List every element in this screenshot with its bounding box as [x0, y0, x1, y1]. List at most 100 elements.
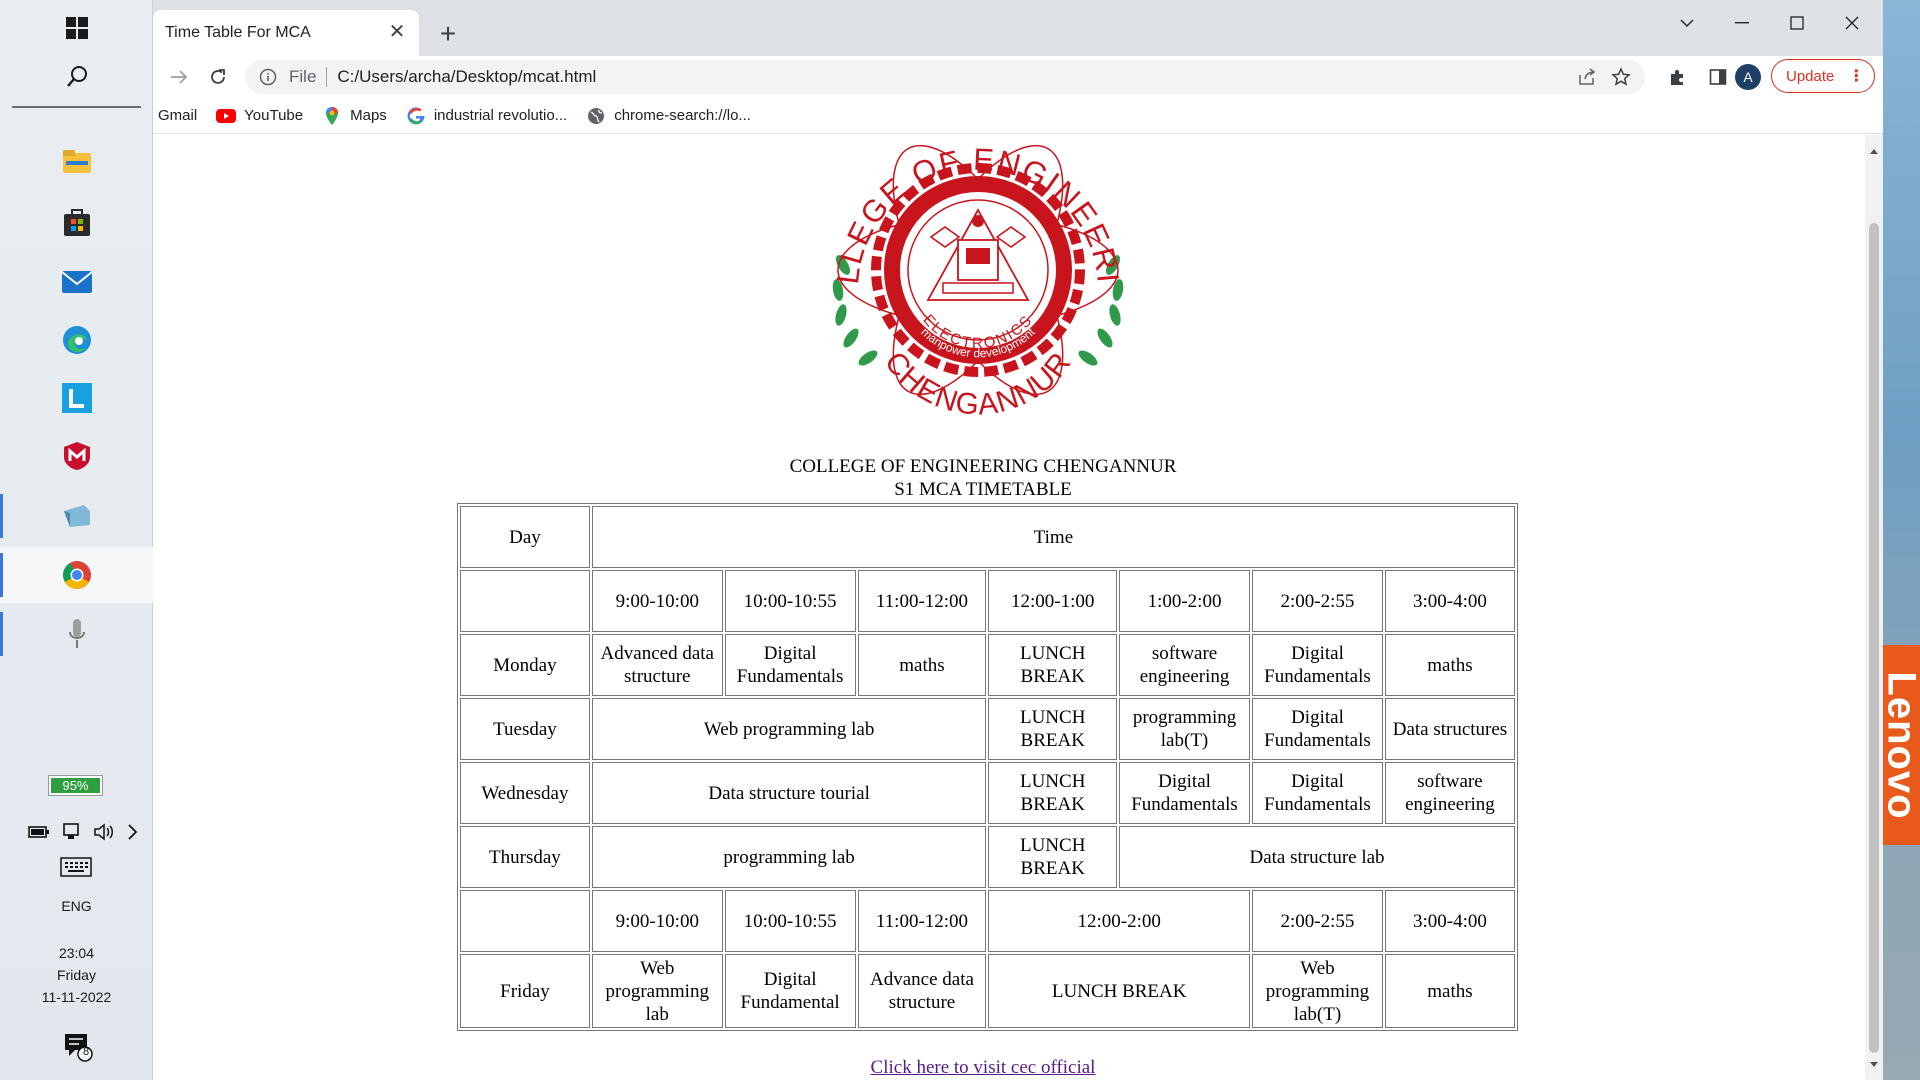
scroll-thumb[interactable]: [1869, 223, 1879, 1053]
chevron-right-icon[interactable]: [126, 823, 138, 841]
table-cell: Data structures: [1384, 698, 1515, 760]
table-cell: Data structure lab: [1119, 826, 1515, 888]
microsoft-store-icon[interactable]: [0, 194, 153, 250]
google-icon: [406, 106, 426, 126]
table-row: Friday Web programming lab Digital Funda…: [460, 954, 1515, 1028]
table-row: Monday Advanced data structure Digital F…: [460, 634, 1515, 696]
edge-icon[interactable]: [0, 312, 153, 368]
notification-icon[interactable]: 8: [63, 1032, 93, 1062]
file-explorer-icon[interactable]: [0, 134, 153, 190]
globe-icon: [586, 106, 606, 126]
time-slot: 2:00-2:55: [1252, 570, 1383, 632]
table-row: Tuesday Web programming lab LUNCH BREAK …: [460, 698, 1515, 760]
table-cell: programming lab: [591, 826, 987, 888]
address-bar[interactable]: File C:/Users/archa/Desktop/mcat.html: [245, 60, 1645, 94]
battery-percent: 95%: [48, 775, 103, 796]
time-slot: 12:00-1:00: [988, 570, 1118, 632]
system-tray: [28, 820, 138, 844]
tab-search-icon[interactable]: [1665, 8, 1709, 38]
close-tab-icon[interactable]: ✕: [385, 21, 409, 45]
maps-icon: [322, 106, 342, 126]
table-cell: maths: [1384, 634, 1515, 696]
table-cell: Advanced data structure: [591, 634, 723, 696]
table-cell: maths: [1384, 954, 1515, 1028]
table-cell: Web programming lab: [591, 954, 723, 1028]
table-cell: Web programming lab(T): [1252, 954, 1383, 1028]
maximize-icon[interactable]: [1775, 8, 1819, 38]
scroll-up-icon[interactable]: [1869, 147, 1879, 155]
table-cell: Digital Fundamentals: [724, 634, 856, 696]
network-icon[interactable]: [61, 823, 81, 841]
table-cell: maths: [857, 634, 987, 696]
share-icon[interactable]: [1577, 68, 1597, 86]
time-slot: 1:00-2:00: [1119, 570, 1250, 632]
new-tab-icon[interactable]: +: [433, 20, 463, 50]
chrome-icon[interactable]: [0, 547, 153, 603]
volume-icon[interactable]: [93, 823, 115, 841]
desktop-wallpaper: [1883, 0, 1920, 1080]
more-menu-icon[interactable]: ⋮: [1848, 66, 1864, 86]
l-app-icon[interactable]: [0, 370, 153, 426]
clock-day[interactable]: Friday: [0, 967, 153, 983]
table-row: Thursday programming lab LUNCH BREAK Dat…: [460, 826, 1515, 888]
clock-time[interactable]: 23:04: [0, 945, 153, 961]
cec-official-link[interactable]: Click here to visit cec official: [153, 1057, 1813, 1079]
minimize-icon[interactable]: [1720, 8, 1764, 38]
keyboard-icon[interactable]: [60, 857, 92, 877]
update-button[interactable]: Update ⋮: [1771, 59, 1875, 93]
bookmark-youtube[interactable]: YouTube: [216, 106, 303, 126]
bookmark-gmail[interactable]: Gmail: [158, 107, 197, 124]
language-indicator[interactable]: ENG: [0, 898, 153, 914]
timetable-title: S1 MCA TIMETABLE: [894, 479, 1072, 500]
bookmark-chrome-search[interactable]: chrome-search://lo...: [586, 106, 751, 126]
table-row: 9:00-10:00 10:00-10:55 11:00-12:00 12:00…: [460, 890, 1515, 952]
bookmark-industrial-revolution[interactable]: industrial revolutio...: [406, 106, 567, 126]
table-cell: Digital Fundamentals: [1252, 634, 1383, 696]
folder-app-icon[interactable]: [0, 488, 153, 544]
taskbar: 95% ENG 23:04 Friday 11-11-2022 8: [0, 0, 153, 1080]
college-logo: COLLEGE OF ENGINEERING CHENGANNUR ELECTR…: [813, 135, 1124, 422]
reload-icon[interactable]: [204, 63, 232, 91]
page-title: COLLEGE OF ENGINEERING CHENGANNUR S1 MCA…: [153, 455, 1813, 501]
microphone-icon[interactable]: [0, 606, 153, 662]
time-slot: 11:00-12:00: [857, 890, 987, 952]
vertical-scrollbar[interactable]: [1865, 135, 1883, 1080]
forward-icon[interactable]: [165, 63, 193, 91]
header-time: Time: [591, 506, 1515, 568]
mail-icon[interactable]: [0, 254, 153, 310]
side-panel-icon[interactable]: [1704, 63, 1732, 91]
clock-date[interactable]: 11-11-2022: [0, 989, 153, 1005]
table-cell: Digital Fundamental: [724, 954, 856, 1028]
tab-title: Time Table For MCA: [165, 24, 311, 41]
table-cell: LUNCH BREAK: [988, 954, 1250, 1028]
time-slot: 11:00-12:00: [857, 570, 987, 632]
taskbar-separator: [12, 106, 141, 108]
bookmark-label: Maps: [350, 107, 387, 124]
chrome-window: Time Table For MCA ✕ + File C:/Users/arc…: [153, 0, 1883, 1080]
lenovo-logo: Lenovo: [1883, 645, 1920, 845]
table-cell-empty: [460, 570, 590, 632]
extensions-icon[interactable]: [1664, 63, 1692, 91]
profile-avatar[interactable]: A: [1735, 64, 1761, 90]
table-cell: LUNCH BREAK: [988, 826, 1118, 888]
table-cell: Digital Fundamentals: [1119, 762, 1250, 824]
mcafee-icon[interactable]: [0, 428, 153, 484]
table-cell-empty: [460, 890, 590, 952]
scroll-down-icon[interactable]: [1869, 1061, 1879, 1069]
update-label: Update: [1786, 67, 1835, 85]
bookmark-label: YouTube: [244, 107, 304, 124]
url-text[interactable]: C:/Users/archa/Desktop/mcat.html: [337, 67, 1577, 87]
tab-active[interactable]: Time Table For MCA ✕: [153, 10, 419, 56]
time-slot: 3:00-4:00: [1384, 890, 1515, 952]
battery-icon[interactable]: [28, 825, 50, 839]
day-label: Thursday: [460, 826, 590, 888]
url-scheme-label: File: [289, 67, 317, 86]
bookmark-label: chrome-search://lo...: [614, 107, 751, 124]
tab-strip: Time Table For MCA ✕ +: [153, 0, 1883, 56]
search-icon[interactable]: [0, 48, 153, 104]
close-window-icon[interactable]: [1830, 8, 1874, 38]
bookmark-maps[interactable]: Maps: [322, 106, 387, 126]
bookmark-star-icon[interactable]: [1611, 67, 1631, 87]
page-content: COLLEGE OF ENGINEERING CHENGANNUR ELECTR…: [153, 135, 1865, 1080]
info-icon[interactable]: [259, 68, 277, 86]
